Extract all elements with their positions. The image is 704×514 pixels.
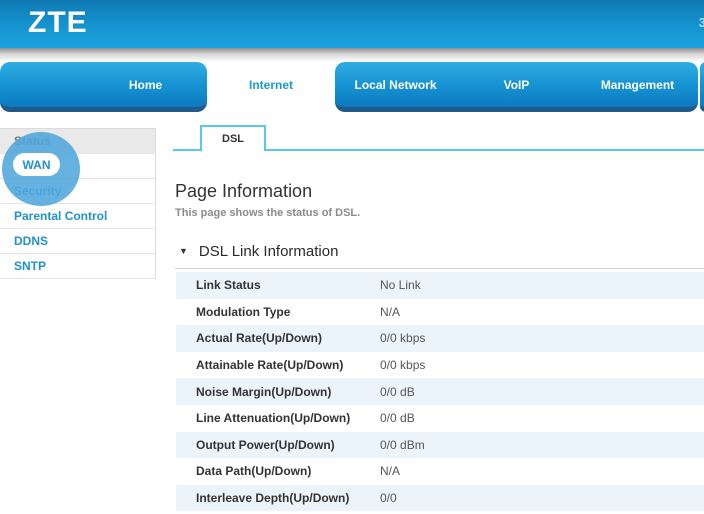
sidebar-item-parental-control[interactable]: Parental Control	[0, 204, 155, 229]
nav-tab-internet[interactable]: Internet	[207, 62, 335, 107]
row-value: 0/0 kbps	[380, 358, 425, 372]
row-value: 0/0 dB	[380, 385, 415, 399]
sidebar-item-wan-highlighted[interactable]: WAN	[13, 153, 60, 176]
row-label: Actual Rate(Up/Down)	[176, 331, 380, 345]
nav-tab-local-network[interactable]: Local Network	[335, 62, 456, 107]
page-title: Page Information	[175, 181, 312, 202]
dsl-link-info-section-title: DSL Link Information	[199, 243, 339, 260]
sidebar-item-ddns[interactable]: DDNS	[0, 229, 155, 254]
table-row: Modulation TypeN/A	[176, 299, 704, 326]
collapse-triangle-icon: ▼	[179, 247, 188, 256]
router-admin-page: ZTE 3 Home Internet Local Network VoIP M…	[0, 0, 704, 514]
nav-tab-internet-label: Internet	[249, 78, 293, 92]
header-corner-text: 3	[699, 15, 704, 30]
nav-tab-home-label: Home	[129, 78, 162, 92]
header-shadow	[0, 48, 704, 62]
row-value: N/A	[380, 305, 400, 319]
nav-tab-management[interactable]: Management	[577, 62, 698, 107]
sidebar-item-sntp[interactable]: SNTP	[0, 254, 155, 279]
row-label: Interleave Depth(Up/Down)	[176, 491, 380, 505]
row-value: 0/0 dBm	[380, 438, 425, 452]
sidebar-item-status[interactable]: Status	[0, 129, 155, 154]
sidebar-menu: Status WAN SecurityParental ControlDDNSSNT…	[0, 128, 156, 279]
table-row: Link StatusNo Link	[176, 272, 704, 299]
row-label: Modulation Type	[176, 305, 380, 319]
nav-tab-voip-label: VoIP	[504, 78, 530, 92]
table-row: Noise Margin(Up/Down)0/0 dB	[176, 378, 704, 405]
table-row: Output Power(Up/Down)0/0 dBm	[176, 432, 704, 459]
zte-logo: ZTE	[28, 6, 88, 40]
row-label: Line Attenuation(Up/Down)	[176, 411, 380, 425]
nav-tab-group: Local Network VoIP Management	[335, 62, 698, 112]
sidebar-item-security[interactable]: Security	[0, 179, 155, 204]
row-value: 0/0 dB	[380, 411, 415, 425]
page-description: This page shows the status of DSL.	[175, 207, 360, 219]
dsl-link-info-section-toggle[interactable]: ▼ DSL Link Information	[179, 243, 338, 260]
row-label: Noise Margin(Up/Down)	[176, 385, 380, 399]
row-label: Attainable Rate(Up/Down)	[176, 358, 380, 372]
main-nav: Home Internet Local Network VoIP Managem…	[0, 62, 704, 112]
table-row: Data Path(Up/Down)N/A	[176, 458, 704, 485]
row-value: N/A	[380, 464, 400, 478]
table-row: Interleave Depth(Up/Down)0/0	[176, 485, 704, 512]
app-header: ZTE 3	[0, 0, 704, 48]
nav-tab-voip[interactable]: VoIP	[456, 62, 577, 107]
row-label: Data Path(Up/Down)	[176, 464, 380, 478]
table-row: Actual Rate(Up/Down)0/0 kbps	[176, 325, 704, 352]
nav-tab-local-network-label: Local Network	[354, 78, 436, 92]
row-value: No Link	[380, 278, 421, 292]
section-divider	[175, 268, 704, 269]
nav-tab-home[interactable]: Home	[0, 62, 207, 112]
table-row: Attainable Rate(Up/Down)0/0 kbps	[176, 352, 704, 379]
row-label: Output Power(Up/Down)	[176, 438, 380, 452]
tab-dsl-label: DSL	[222, 133, 244, 145]
nav-tab-cutoff	[700, 62, 704, 112]
row-value: 0/0 kbps	[380, 331, 425, 345]
nav-tab-management-label: Management	[601, 78, 674, 92]
row-value: 0/0	[380, 491, 397, 505]
dsl-link-info-table: Link StatusNo LinkModulation TypeN/AActu…	[176, 272, 704, 511]
row-label: Link Status	[176, 278, 380, 292]
wan-highlight-label: WAN	[23, 158, 51, 172]
tab-dsl[interactable]: DSL	[200, 125, 266, 151]
table-row: Line Attenuation(Up/Down)0/0 dB	[176, 405, 704, 432]
